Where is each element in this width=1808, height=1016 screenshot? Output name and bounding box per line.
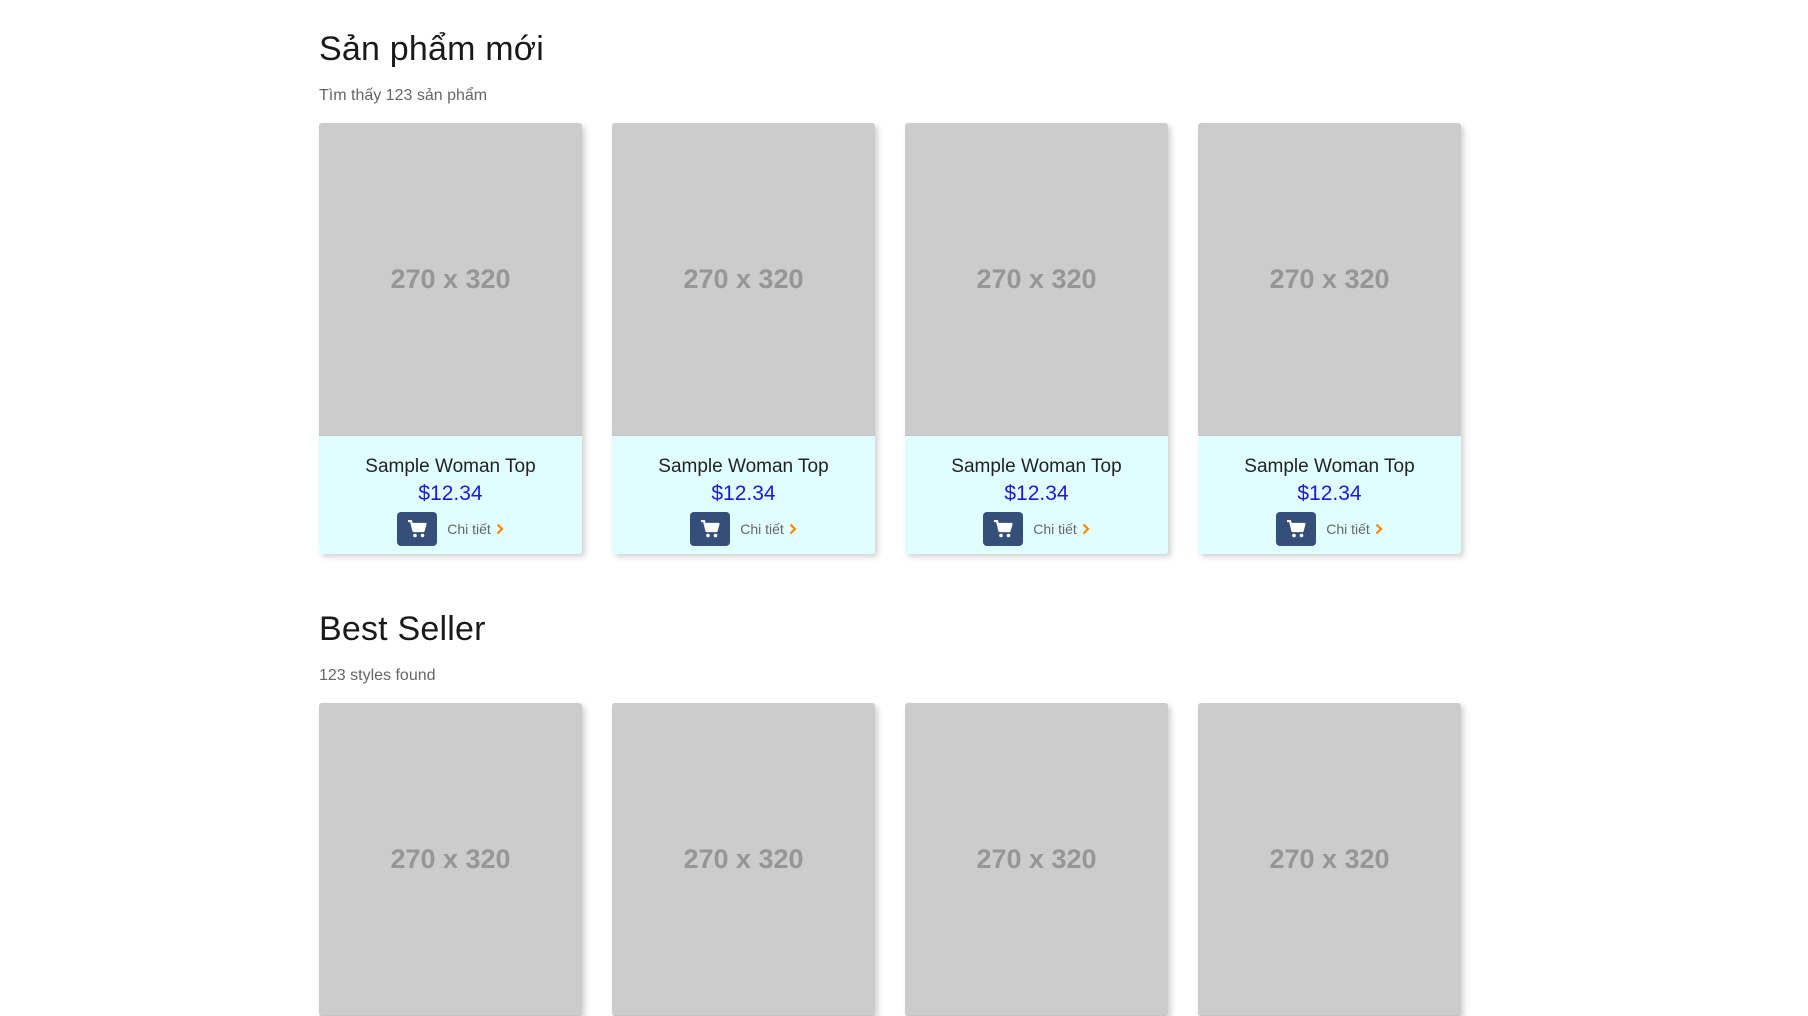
detail-link[interactable]: Chi tiết — [1033, 521, 1090, 537]
product-info: Sample Woman Top $12.34 Chi tiết — [319, 436, 582, 554]
best-seller-section: Best Seller 123 styles found 270 x 320 2… — [319, 610, 1489, 1016]
product-name[interactable]: Sample Woman Top — [905, 456, 1168, 478]
shopping-cart-icon — [994, 520, 1013, 538]
add-to-cart-button[interactable] — [690, 512, 731, 546]
product-actions: Chi tiết — [319, 512, 582, 546]
product-image-placeholder[interactable]: 270 x 320 — [905, 123, 1168, 436]
product-actions: Chi tiết — [612, 512, 875, 546]
product-image-placeholder[interactable]: 270 x 320 — [319, 703, 582, 1016]
detail-link[interactable]: Chi tiết — [447, 521, 504, 537]
add-to-cart-button[interactable] — [1276, 512, 1317, 546]
product-info: Sample Woman Top $12.34 Chi tiết — [1198, 436, 1461, 554]
product-card[interactable]: 270 x 320 — [319, 703, 582, 1016]
product-info: Sample Woman Top $12.34 Chi tiết — [905, 436, 1168, 554]
section-title: Sản phẩm mới — [319, 30, 545, 68]
product-grid: 270 x 320 270 x 320 270 x 320 270 x 320 — [319, 703, 1489, 1016]
chevron-right-icon — [496, 523, 504, 535]
shopping-cart-icon — [1287, 520, 1306, 538]
product-actions: Chi tiết — [1198, 512, 1461, 546]
product-card[interactable]: 270 x 320 — [1198, 703, 1461, 1016]
product-name[interactable]: Sample Woman Top — [1198, 456, 1461, 478]
page-content: Sản phẩm mới Tìm thấy 123 sản phẩm 270 x… — [319, 0, 1489, 1016]
product-card[interactable]: 270 x 320 — [905, 703, 1168, 1016]
section-title: Best Seller — [319, 610, 486, 648]
section-subtitle: 123 styles found — [319, 667, 436, 684]
detail-label: Chi tiết — [447, 521, 491, 537]
product-card[interactable]: 270 x 320 Sample Woman Top $12.34 Chi ti… — [1198, 123, 1461, 554]
product-grid: 270 x 320 Sample Woman Top $12.34 Chi ti… — [319, 123, 1489, 554]
detail-link[interactable]: Chi tiết — [1326, 521, 1383, 537]
detail-label: Chi tiết — [740, 521, 784, 537]
add-to-cart-button[interactable] — [983, 512, 1024, 546]
chevron-right-icon — [789, 523, 797, 535]
detail-link[interactable]: Chi tiết — [740, 521, 797, 537]
product-price: $12.34 — [418, 482, 483, 505]
product-card[interactable]: 270 x 320 — [612, 703, 875, 1016]
section-subtitle: Tìm thấy 123 sản phẩm — [319, 87, 488, 104]
detail-label: Chi tiết — [1326, 521, 1370, 537]
chevron-right-icon — [1082, 523, 1090, 535]
product-card[interactable]: 270 x 320 Sample Woman Top $12.34 Chi ti… — [612, 123, 875, 554]
product-image-placeholder[interactable]: 270 x 320 — [905, 703, 1168, 1016]
product-price: $12.34 — [1004, 482, 1069, 505]
product-name[interactable]: Sample Woman Top — [319, 456, 582, 478]
product-card[interactable]: 270 x 320 Sample Woman Top $12.34 Chi ti… — [319, 123, 582, 554]
new-products-section: Sản phẩm mới Tìm thấy 123 sản phẩm 270 x… — [319, 30, 1489, 554]
product-image-placeholder[interactable]: 270 x 320 — [612, 123, 875, 436]
product-image-placeholder[interactable]: 270 x 320 — [1198, 703, 1461, 1016]
product-actions: Chi tiết — [905, 512, 1168, 546]
chevron-right-icon — [1375, 523, 1383, 535]
product-image-placeholder[interactable]: 270 x 320 — [1198, 123, 1461, 436]
product-image-placeholder[interactable]: 270 x 320 — [319, 123, 582, 436]
product-info: Sample Woman Top $12.34 Chi tiết — [612, 436, 875, 554]
shopping-cart-icon — [408, 520, 427, 538]
product-name[interactable]: Sample Woman Top — [612, 456, 875, 478]
shopping-cart-icon — [701, 520, 720, 538]
product-price: $12.34 — [711, 482, 776, 505]
product-card[interactable]: 270 x 320 Sample Woman Top $12.34 Chi ti… — [905, 123, 1168, 554]
product-image-placeholder[interactable]: 270 x 320 — [612, 703, 875, 1016]
product-price: $12.34 — [1297, 482, 1362, 505]
add-to-cart-button[interactable] — [397, 512, 438, 546]
detail-label: Chi tiết — [1033, 521, 1077, 537]
